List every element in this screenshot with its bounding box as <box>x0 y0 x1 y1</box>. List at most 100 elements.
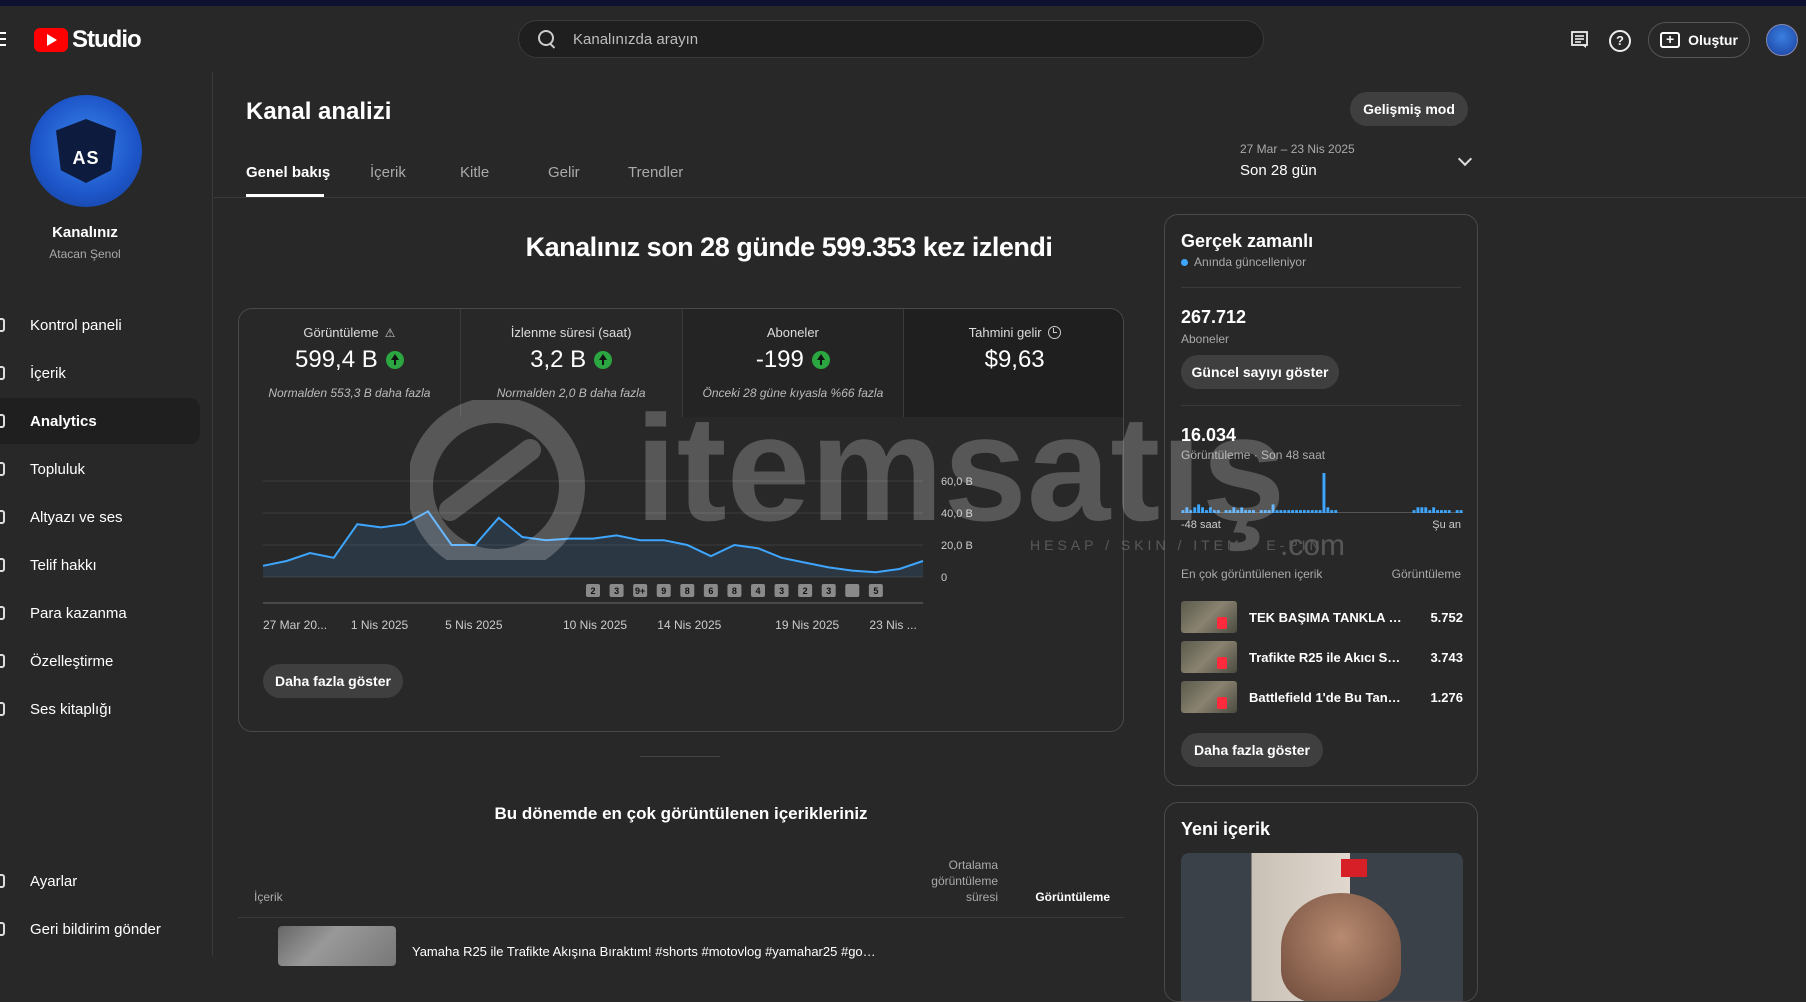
new-video-thumbnail[interactable] <box>1181 853 1463 1001</box>
sidebar-item-audio-library[interactable]: Ses kitaplığı <box>0 686 200 732</box>
realtime-bar[interactable] <box>1275 510 1279 513</box>
realtime-bar[interactable] <box>1248 510 1251 513</box>
realtime-bar[interactable] <box>1279 510 1283 513</box>
tab-audience[interactable]: Kitle <box>460 164 489 181</box>
realtime-bar[interactable] <box>1436 510 1439 513</box>
realtime-bar[interactable] <box>1459 510 1463 513</box>
realtime-bar[interactable] <box>1306 510 1310 513</box>
sidebar-item-monetization[interactable]: Para kazanma <box>0 590 200 636</box>
realtime-bar[interactable] <box>1291 510 1295 513</box>
sidebar-item-dashboard[interactable]: Kontrol paneli <box>0 302 200 348</box>
search-bar[interactable] <box>518 20 1264 58</box>
realtime-bar[interactable] <box>1189 510 1193 513</box>
realtime-bar[interactable] <box>1287 510 1291 513</box>
help-icon[interactable]: ? <box>1609 30 1631 52</box>
realtime-bar[interactable] <box>1244 510 1248 513</box>
date-range-selector[interactable]: 27 Mar – 23 Nis 2025 Son 28 gün <box>1240 142 1473 182</box>
content-icon <box>0 366 5 380</box>
tab-revenue[interactable]: Gelir <box>548 164 580 181</box>
studio-logo[interactable]: Studio <box>34 26 142 54</box>
realtime-bar[interactable] <box>1236 510 1240 513</box>
realtime-bar[interactable] <box>1208 507 1212 513</box>
create-button[interactable]: + Oluştur <box>1648 22 1750 58</box>
realtime-bar[interactable] <box>1455 510 1459 513</box>
sidebar-item-copyright[interactable]: Telif hakkı <box>0 542 200 588</box>
main-content: Kanal analizi Gelişmiş mod Genel bakış İ… <box>214 72 1806 1002</box>
tab-content[interactable]: İçerik <box>370 164 406 181</box>
metric-subscribers[interactable]: Aboneler -199 Önceki 28 güne kıyasla %66… <box>682 309 905 417</box>
realtime-bar[interactable] <box>1193 507 1197 513</box>
sidebar-item-customization[interactable]: Özelleştirme <box>0 638 200 684</box>
realtime-bar[interactable] <box>1314 510 1318 513</box>
realtime-bar[interactable] <box>1334 510 1338 513</box>
menu-icon[interactable] <box>0 32 6 46</box>
realtime-bar[interactable] <box>1302 510 1306 513</box>
realtime-bar[interactable] <box>1432 507 1436 513</box>
realtime-bar[interactable] <box>1216 510 1220 513</box>
metric-revenue[interactable]: Tahmini gelir $9,63 <box>904 309 1123 417</box>
realtime-bar[interactable] <box>1440 510 1443 513</box>
realtime-bar[interactable] <box>1318 510 1322 513</box>
realtime-bar[interactable] <box>1263 510 1267 513</box>
realtime-bar[interactable] <box>1283 510 1287 513</box>
views-chart[interactable]: 60,0 B 40,0 B 20,0 B 0 2 3 9+ 9 8 6 8 4 3 2 3 5 27 Mar 2… <box>239 417 1124 647</box>
realtime-bar[interactable] <box>1181 510 1185 513</box>
realtime-bar[interactable] <box>1201 507 1204 513</box>
realtime-bar[interactable] <box>1252 510 1255 513</box>
realtime-bar[interactable] <box>1424 507 1428 513</box>
col-header-avg-duration[interactable]: Ortalama görüntüleme süresi <box>914 857 998 905</box>
metric-watch-time[interactable]: İzlenme süresi (saat) 3,2 B Normalden 2,… <box>461 309 683 417</box>
realtime-list-item[interactable]: Trafikte R25 ile Akıcı Sürüş 3.743 <box>1181 641 1463 675</box>
realtime-bar[interactable] <box>1232 507 1236 513</box>
sidebar-item-analytics[interactable]: Analytics <box>0 398 200 444</box>
dashboard-icon <box>0 318 5 332</box>
realtime-bar[interactable] <box>1267 510 1271 513</box>
realtime-bar[interactable] <box>1205 510 1208 513</box>
realtime-bar[interactable] <box>1271 504 1275 513</box>
show-current-count-button[interactable]: Güncel sayıyı göster <box>1181 355 1339 389</box>
tab-overview[interactable]: Genel bakış <box>246 164 330 181</box>
realtime-bar[interactable] <box>1299 510 1302 513</box>
realtime-list-item[interactable]: Battlefield 1'de Bu Tank Durdurulamaz 1.… <box>1181 681 1463 715</box>
realtime-bar[interactable] <box>1420 507 1424 513</box>
realtime-bar[interactable] <box>1416 507 1420 513</box>
sidebar-item-community[interactable]: Topluluk <box>0 446 200 492</box>
sidebar-item-content[interactable]: İçerik <box>0 350 200 396</box>
sidebar-item-settings[interactable]: Ayarlar <box>0 858 200 904</box>
realtime-bar[interactable] <box>1228 510 1232 513</box>
col-header-views[interactable]: Görüntüleme <box>1014 890 1110 904</box>
sidebar-item-subtitles[interactable]: Altyazı ve ses <box>0 494 200 540</box>
advanced-mode-button[interactable]: Gelişmiş mod <box>1350 92 1468 126</box>
sidebar-item-feedback[interactable]: Geri bildirim gönder <box>0 906 200 952</box>
realtime-bar[interactable] <box>1310 510 1314 513</box>
metric-views[interactable]: Görüntüleme ⚠ 599,4 B Normalden 553,3 B d… <box>239 309 461 417</box>
realtime-bar[interactable] <box>1443 510 1447 513</box>
video-thumbnail[interactable] <box>278 926 396 966</box>
realtime-bar[interactable] <box>1212 510 1216 513</box>
realtime-bar[interactable] <box>1197 504 1201 513</box>
video-title[interactable]: Yamaha R25 ile Trafikte Akışına Bıraktım… <box>412 944 882 959</box>
realtime-bar[interactable] <box>1240 507 1244 513</box>
realtime-bar[interactable] <box>1322 473 1326 513</box>
realtime-bar[interactable] <box>1259 510 1263 513</box>
realtime-bar[interactable] <box>1330 510 1334 513</box>
tab-trends[interactable]: Trendler <box>628 164 683 181</box>
search-icon[interactable] <box>537 29 557 49</box>
realtime-bar[interactable] <box>1295 510 1298 513</box>
realtime-show-more-button[interactable]: Daha fazla göster <box>1181 733 1323 767</box>
search-input[interactable] <box>573 30 1173 48</box>
channel-avatar[interactable]: AS <box>30 95 142 207</box>
captions-icon[interactable] <box>1569 30 1591 52</box>
realtime-bar[interactable] <box>1447 510 1451 513</box>
chart-show-more-button[interactable]: Daha fazla göster <box>263 664 403 698</box>
realtime-list-item[interactable]: TEK BAŞIMA TANKLA ORDUYU YENDİM 5.752 <box>1181 601 1463 635</box>
realtime-bar[interactable] <box>1428 510 1432 513</box>
account-avatar[interactable] <box>1766 24 1798 56</box>
realtime-bar[interactable] <box>1412 510 1416 513</box>
col-header-content: İçerik <box>254 890 283 904</box>
audio-library-icon <box>0 702 5 716</box>
realtime-views-chart[interactable] <box>1181 469 1463 513</box>
realtime-bar[interactable] <box>1224 510 1228 513</box>
realtime-bar[interactable] <box>1185 507 1189 513</box>
realtime-bar[interactable] <box>1326 507 1330 513</box>
